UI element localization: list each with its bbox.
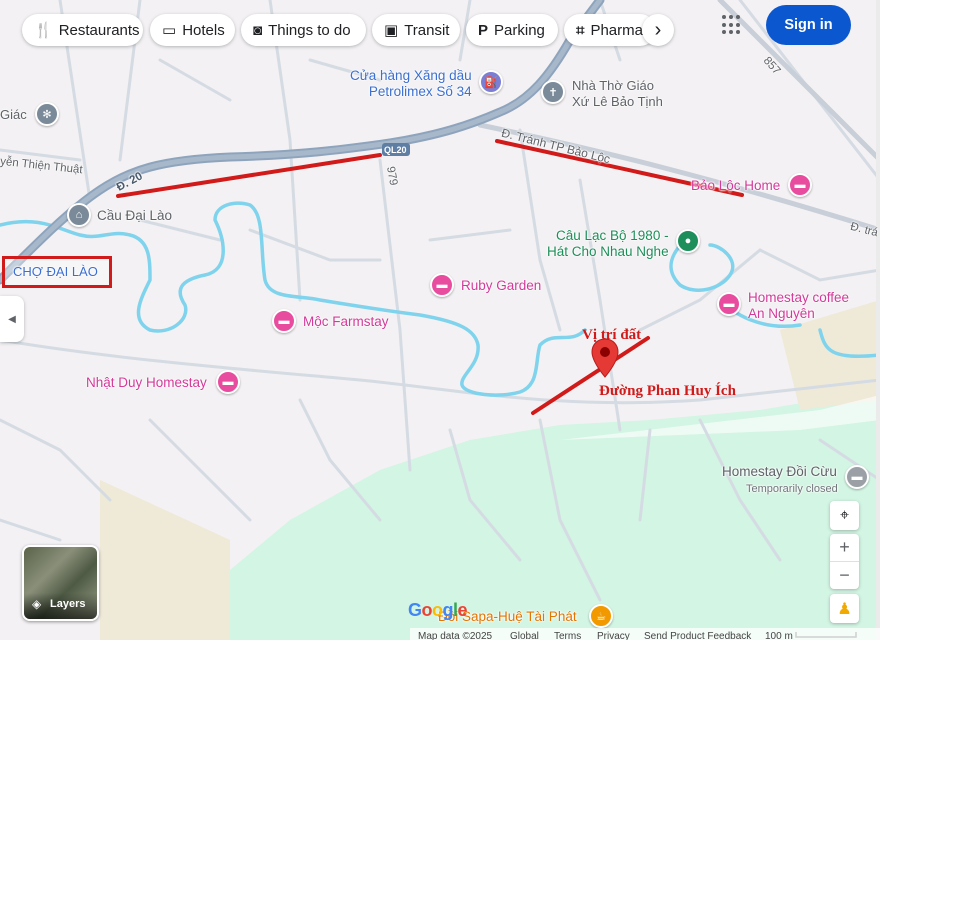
apps-grid-icon[interactable] [722, 15, 742, 35]
cafe-icon[interactable]: ☕ [589, 604, 613, 628]
club-icon[interactable]: ● [676, 229, 700, 253]
chip-scroll-right-chevron-icon[interactable]: › [642, 14, 674, 46]
chip-hotels-label: Hotels [182, 21, 225, 39]
giac-label[interactable]: Giác [0, 107, 27, 123]
layers-label: Layers [50, 598, 86, 610]
church-label-line2: Xứ Lê Bảo Tịnh [572, 94, 663, 109]
homestay-coffee-line2: An Nguyên [748, 306, 815, 321]
chip-parking[interactable]: P Parking [466, 14, 558, 46]
hotel-icon-ruby-garden[interactable]: ▬ [430, 273, 454, 297]
map-data-label: Map data ©2025 [418, 631, 493, 640]
road-label-979: 979 [384, 165, 400, 187]
parking-icon: P [478, 21, 489, 39]
chip-pharmacies-label: Pharma [590, 21, 643, 39]
bao-loc-home-label[interactable]: Bảo Lộc Home [691, 178, 780, 194]
annotation-duong-phan-huy-ich: Đường Phan Huy Ích [599, 383, 736, 399]
global-link[interactable]: Global [510, 631, 539, 640]
camera-icon: ◙ [253, 21, 263, 39]
homestay-coffee-line1: Homestay coffee [748, 290, 850, 305]
scale-label: 100 m [765, 631, 793, 640]
petrolimex-label-line2: Petrolimex Số 34 [368, 84, 472, 99]
my-location-icon[interactable]: ⌖ [830, 501, 859, 530]
terms-link[interactable]: Terms [554, 631, 581, 640]
collapse-panel-arrow-icon[interactable]: ◀ [0, 296, 24, 342]
chip-restaurants-label: Restaurants [58, 21, 140, 39]
hotel-icon-bao-loc-home[interactable]: ▬ [788, 173, 812, 197]
chip-hotels[interactable]: ▭ Hotels [150, 14, 235, 46]
hotel-icon-nhat-duy[interactable]: ▬ [216, 370, 240, 394]
homestay-coffee-label[interactable]: Homestay coffee An Nguyên [748, 290, 849, 322]
chip-things-to-do-label: Things to do [268, 21, 351, 39]
moc-farmstay-label[interactable]: Mộc Farmstay [303, 314, 389, 330]
ruby-garden-label[interactable]: Ruby Garden [461, 278, 541, 294]
temporarily-closed-label: Temporarily closed [746, 483, 838, 495]
pegman-street-view-icon[interactable]: ♟ [830, 594, 859, 623]
club-label-line2: Hát Cho Nhau Nghe [547, 244, 669, 259]
nhat-duy-label[interactable]: Nhật Duy Homestay [86, 375, 207, 391]
club-label-line1: Câu Lạc Bộ 1980 - [556, 228, 669, 243]
hotel-icon: ▭ [162, 22, 177, 39]
send-feedback-link[interactable]: Send Product Feedback [644, 631, 751, 640]
transit-icon: ▣ [384, 22, 399, 39]
zoom-out-icon[interactable]: − [830, 562, 859, 589]
annotation-vi-tri-dat: Vị trí đất [582, 327, 642, 343]
privacy-link[interactable]: Privacy [597, 631, 630, 640]
church-label-line1: Nhà Thờ Giáo [572, 78, 654, 93]
hotel-icon-moc-farmstay[interactable]: ▬ [272, 309, 296, 333]
location-pin-icon[interactable] [591, 338, 619, 378]
sign-in-button[interactable]: Sign in [766, 5, 851, 45]
google-logo: Google [408, 600, 468, 620]
restaurant-icon: 🍴 [34, 22, 53, 39]
petrolimex-label-line1: Cửa hàng Xăng dầu [350, 68, 472, 83]
chip-restaurants[interactable]: 🍴 Restaurants [22, 14, 143, 46]
homestay-doi-cuu-label[interactable]: Homestay Đồi Cừu [722, 464, 837, 480]
map-canvas[interactable]: Đ. 20 QL20 979 857 Đ. Tránh TP Bảo Lộc Đ… [0, 0, 880, 640]
layers-button[interactable]: ◈ Layers [22, 545, 99, 621]
hotel-icon-doi-cuu[interactable]: ▬ [845, 465, 869, 489]
chip-transit-label: Transit [404, 21, 450, 39]
pharmacy-icon: ⌗ [576, 21, 585, 39]
chip-things-to-do[interactable]: ◙ Things to do [241, 14, 366, 46]
hotel-icon-homestay-coffee[interactable]: ▬ [717, 292, 741, 316]
club-label[interactable]: Câu Lạc Bộ 1980 - Hát Cho Nhau Nghe [547, 228, 669, 260]
cau-dai-lao-label[interactable]: Cầu Đại Lào [97, 208, 172, 224]
chip-parking-label: Parking [494, 21, 545, 39]
zoom-in-icon[interactable]: + [830, 534, 859, 562]
church-label[interactable]: Nhà Thờ Giáo Xứ Lê Bảo Tịnh [572, 78, 663, 110]
church-icon[interactable]: ✝ [541, 80, 565, 104]
chip-transit[interactable]: ▣ Transit [372, 14, 460, 46]
petrolimex-label[interactable]: Cửa hàng Xăng dầu Petrolimex Số 34 [350, 68, 472, 100]
temple-icon[interactable]: ✻ [35, 102, 59, 126]
cho-dai-lao-label[interactable]: CHỢ ĐẠI LÀO [13, 264, 98, 280]
zoom-control: + − [830, 534, 859, 589]
gas-station-icon[interactable]: ⛽ [479, 70, 503, 94]
layers-icon: ◈ [32, 597, 42, 611]
bridge-icon[interactable]: ⌂ [67, 203, 91, 227]
road-label-ql20: QL20 [384, 145, 407, 155]
